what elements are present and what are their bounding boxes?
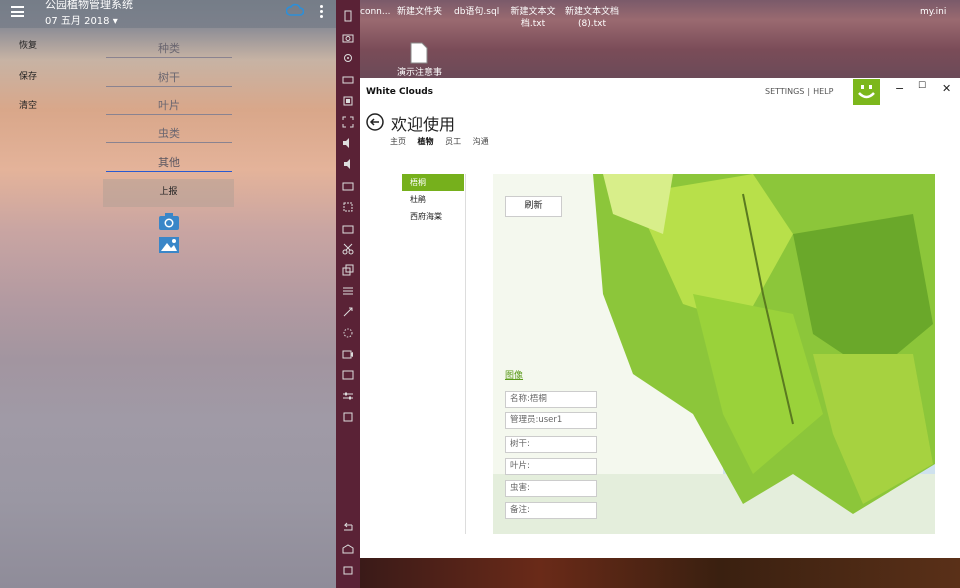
refresh-button[interactable]: 刷新 <box>505 196 562 217</box>
chevron-down-icon: ▾ <box>112 16 118 27</box>
sliders-icon[interactable] <box>342 390 354 402</box>
screen-icon[interactable] <box>342 74 354 86</box>
location-icon[interactable] <box>342 53 354 65</box>
manager-field[interactable]: 管理员:user1 <box>505 412 597 429</box>
list-item[interactable]: 杜鹃 <box>402 191 464 208</box>
tab-home[interactable]: 主页 <box>390 137 406 146</box>
list-item[interactable]: 西府海棠 <box>402 208 464 225</box>
phone-icon[interactable] <box>342 10 354 22</box>
back-arrow-icon[interactable] <box>366 113 384 131</box>
other-field[interactable]: 其他 <box>106 154 232 172</box>
desktop-icon[interactable]: my.ini <box>920 6 946 18</box>
white-clouds-window: White Clouds SETTINGS | HELP − ☐ ✕ 欢迎使用 主页… <box>360 78 960 558</box>
settings-link[interactable]: SETTINGS <box>765 87 804 96</box>
fullscreen-icon[interactable] <box>342 116 354 128</box>
briefcase-icon[interactable] <box>342 222 354 234</box>
clear-button[interactable]: 清空 <box>19 98 37 111</box>
image-link[interactable]: 图像 <box>505 368 523 381</box>
document-icon[interactable] <box>410 42 428 64</box>
divider <box>465 174 466 534</box>
loading-icon[interactable] <box>342 327 354 339</box>
insect-field[interactable]: 虫类 <box>106 125 232 143</box>
settings-icon[interactable] <box>342 411 354 423</box>
maximize-icon[interactable]: ☐ <box>918 81 926 91</box>
desktop-icon[interactable]: 新建文本文档 (8).txt <box>563 6 621 30</box>
hamburger-menu-icon[interactable] <box>11 6 24 17</box>
window-links: SETTINGS | HELP <box>765 87 834 96</box>
record-icon[interactable] <box>342 348 354 360</box>
gallery-icon[interactable] <box>342 201 354 213</box>
desktop-icon[interactable]: db语句.sql <box>454 6 499 18</box>
nav-tabs: 主页 植物 员工 沟通 <box>390 136 498 147</box>
desktop-icon[interactable]: 新建文本文档.txt <box>510 6 556 30</box>
image-icon[interactable] <box>158 236 180 254</box>
vertical-taskbar <box>336 0 360 588</box>
more-options-icon[interactable] <box>320 5 324 19</box>
date-selector[interactable]: 07 五月 2018 ▾ <box>45 12 118 27</box>
tab-staff[interactable]: 员工 <box>445 137 461 146</box>
name-field[interactable]: 名称:梧桐 <box>505 391 597 408</box>
tab-plants[interactable]: 植物 <box>418 137 434 146</box>
restore-button[interactable]: 恢复 <box>19 38 37 51</box>
trunk-field[interactable]: 树干 <box>106 69 232 87</box>
leaf-field[interactable]: 叶片: <box>505 458 597 475</box>
report-button[interactable]: 上报 <box>103 179 234 207</box>
video-icon[interactable] <box>342 180 354 192</box>
recent-apps-icon[interactable] <box>342 564 354 576</box>
notes-field[interactable]: 备注: <box>505 502 597 519</box>
back-icon[interactable] <box>342 521 354 533</box>
copy-icon[interactable] <box>342 264 354 276</box>
species-field[interactable]: 种类 <box>106 40 232 58</box>
link-icon[interactable] <box>342 306 354 318</box>
leaf-field[interactable]: 叶片 <box>106 97 232 115</box>
volume-down-icon[interactable] <box>342 158 354 170</box>
cloud-sync-icon[interactable] <box>286 3 304 17</box>
smiley-logo-icon <box>853 79 880 105</box>
wallpaper-strip <box>360 556 960 588</box>
scissors-icon[interactable] <box>342 243 354 255</box>
pest-field[interactable]: 虫害: <box>505 480 597 497</box>
window-title: White Clouds <box>366 87 434 97</box>
tab-communication[interactable]: 沟通 <box>473 137 489 146</box>
page-title: 欢迎使用 <box>391 115 456 134</box>
app-title: 公园植物管理系统 <box>45 0 133 11</box>
close-icon[interactable]: ✕ <box>942 82 951 95</box>
camera-icon[interactable] <box>158 212 180 231</box>
date-text: 07 五月 2018 <box>45 16 110 27</box>
list-item[interactable]: 梧桐 <box>402 174 464 191</box>
plant-management-app: 公园植物管理系统 07 五月 2018 ▾ 恢复 保存 清空 种类 树干 叶片 … <box>0 0 336 588</box>
desktop-icon[interactable]: conn... <box>360 6 390 18</box>
minimize-icon[interactable]: − <box>895 82 904 95</box>
menu-icon[interactable] <box>342 285 354 297</box>
screenshot-icon[interactable] <box>342 95 354 107</box>
trunk-field[interactable]: 树干: <box>505 436 597 453</box>
desktop-icon[interactable]: 新建文件夹 <box>397 6 442 18</box>
help-link[interactable]: HELP <box>813 87 833 96</box>
home-icon[interactable] <box>342 543 354 555</box>
plant-list: 梧桐 杜鹃 西府海棠 <box>402 174 464 225</box>
camera-icon[interactable] <box>342 32 354 44</box>
volume-up-icon[interactable] <box>342 137 354 149</box>
camera-roll-icon[interactable] <box>342 369 354 381</box>
save-button[interactable]: 保存 <box>19 69 37 82</box>
